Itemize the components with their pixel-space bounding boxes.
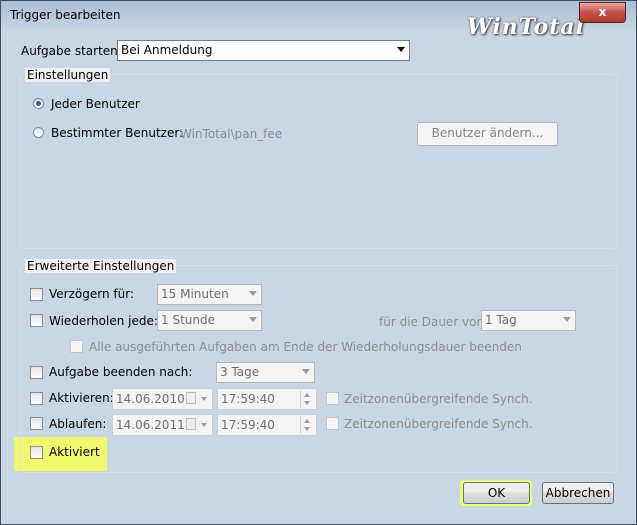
user-value: WinTotal\pan_fee — [180, 127, 283, 141]
expire-sync-checkbox[interactable] — [326, 417, 339, 430]
repeat-checkbox[interactable] — [30, 314, 43, 327]
delay-dropdown[interactable]: 15 Minuten — [157, 284, 262, 305]
stop-after-label: Aufgabe beenden nach: — [49, 365, 193, 379]
spin-down-icon — [304, 401, 310, 405]
expire-label: Ablaufen: — [49, 417, 107, 431]
start-task-dropdown[interactable]: Bei Anmeldung — [117, 40, 410, 61]
repeat-value: 1 Stunde — [161, 313, 215, 327]
radio-any-user-label: Jeder Benutzer — [51, 97, 140, 111]
spin-down-icon — [304, 427, 310, 431]
radio-any-user[interactable] — [33, 98, 44, 109]
calendar-icon[interactable] — [186, 392, 196, 404]
delay-value: 15 Minuten — [161, 287, 229, 301]
enabled-label: Aktiviert — [49, 445, 100, 459]
delay-label: Verzögern für: — [49, 287, 134, 301]
chevron-down-icon — [302, 369, 310, 374]
advanced-legend: Erweiterte Einstellungen — [25, 259, 177, 273]
radio-specific-user-label: Bestimmter Benutzer: — [51, 126, 184, 140]
expire-date-value: 14.06.2011 — [116, 418, 185, 432]
chevron-down-icon — [397, 47, 405, 52]
spin-up-icon — [304, 419, 310, 423]
activate-time-value: 17:59:40 — [221, 392, 275, 406]
cancel-button[interactable]: Abbrechen — [542, 482, 614, 504]
expire-time-field[interactable]: 17:59:40 — [217, 414, 317, 436]
expire-sync-label: Zeitzonenübergreifende Synch. — [344, 417, 533, 431]
stop-all-label: Alle ausgeführten Aufgaben am Ende der W… — [89, 340, 522, 354]
stop-after-dropdown[interactable]: 3 Tage — [216, 362, 315, 383]
delay-checkbox[interactable] — [30, 288, 43, 301]
expire-checkbox[interactable] — [30, 417, 43, 430]
stop-after-value: 3 Tage — [220, 365, 260, 379]
activate-checkbox[interactable] — [30, 392, 43, 405]
stop-all-checkbox[interactable] — [70, 340, 83, 353]
repeat-dropdown[interactable]: 1 Stunde — [157, 310, 262, 331]
duration-value: 1 Tag — [485, 313, 517, 327]
spin-up-icon — [304, 393, 310, 397]
enabled-checkbox[interactable] — [30, 446, 43, 459]
chevron-down-icon — [249, 291, 257, 296]
duration-label: für die Dauer von: — [379, 315, 489, 329]
ok-button[interactable]: OK — [463, 482, 530, 504]
duration-dropdown[interactable]: 1 Tag — [481, 310, 576, 331]
start-task-label: Aufgabe starten: — [21, 44, 122, 58]
radio-specific-user[interactable] — [33, 127, 44, 138]
stop-after-checkbox[interactable] — [30, 366, 43, 379]
start-task-value: Bei Anmeldung — [121, 43, 213, 57]
repeat-label: Wiederholen jede: — [49, 314, 158, 328]
activate-sync-checkbox[interactable] — [326, 392, 339, 405]
chevron-down-icon — [201, 397, 207, 401]
activate-label: Aktivieren: — [49, 391, 114, 405]
activate-date-value: 14.06.2010 — [116, 392, 185, 406]
change-user-button[interactable]: Benutzer ändern... — [417, 122, 558, 146]
activate-date-field[interactable]: 14.06.2010 — [112, 388, 213, 410]
time-spinner[interactable] — [300, 416, 315, 434]
window-title: Trigger bearbeiten — [10, 8, 121, 22]
activate-time-field[interactable]: 17:59:40 — [217, 388, 317, 410]
settings-legend: Einstellungen — [25, 68, 111, 82]
chevron-down-icon — [201, 423, 207, 427]
activate-sync-label: Zeitzonenübergreifende Synch. — [344, 392, 533, 406]
chevron-down-icon — [249, 317, 257, 322]
time-spinner[interactable] — [300, 390, 315, 408]
expire-time-value: 17:59:40 — [221, 418, 275, 432]
close-button[interactable]: x — [579, 2, 626, 23]
expire-date-field[interactable]: 14.06.2011 — [112, 414, 213, 436]
watermark-logo: WinTotal — [467, 14, 585, 40]
calendar-icon[interactable] — [186, 418, 196, 430]
chevron-down-icon — [563, 317, 571, 322]
